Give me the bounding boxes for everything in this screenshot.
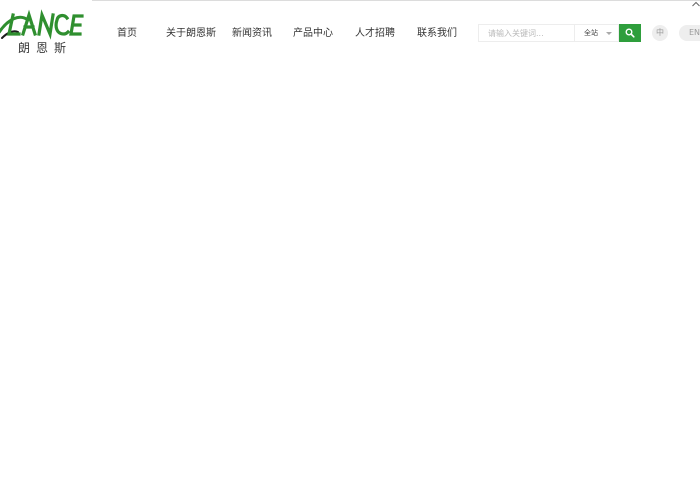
- search-button[interactable]: [619, 24, 641, 42]
- nav-item-careers[interactable]: 人才招聘: [355, 27, 395, 41]
- page-content-area: [0, 70, 700, 480]
- search-bar: 全站: [478, 24, 641, 42]
- search-input[interactable]: [478, 24, 574, 42]
- nav-item-contact[interactable]: 联系我们: [417, 27, 457, 41]
- site-logo[interactable]: 朗恩斯: [0, 8, 90, 56]
- nav-item-home[interactable]: 首页: [117, 27, 137, 41]
- chevron-up-icon[interactable]: [691, 0, 700, 8]
- nav-item-about[interactable]: 关于朗恩斯: [166, 27, 216, 41]
- logo-chinese-name: 朗恩斯: [18, 41, 73, 55]
- lang-switch-zh[interactable]: 中: [652, 25, 668, 41]
- lang-switch-en[interactable]: EN: [679, 25, 700, 41]
- search-scope-select[interactable]: 全站: [574, 24, 619, 42]
- search-icon: [625, 28, 635, 38]
- site-header: 朗恩斯 首页 关于朗恩斯 新闻资讯 产品中心 人才招聘 联系我们 全站 中 EN: [0, 0, 700, 70]
- chevron-down-icon: [606, 32, 612, 35]
- search-scope-label: 全站: [584, 29, 598, 37]
- header-top-divider: [92, 0, 700, 1]
- nav-item-products[interactable]: 产品中心: [293, 27, 333, 41]
- nav-item-news[interactable]: 新闻资讯: [232, 27, 272, 41]
